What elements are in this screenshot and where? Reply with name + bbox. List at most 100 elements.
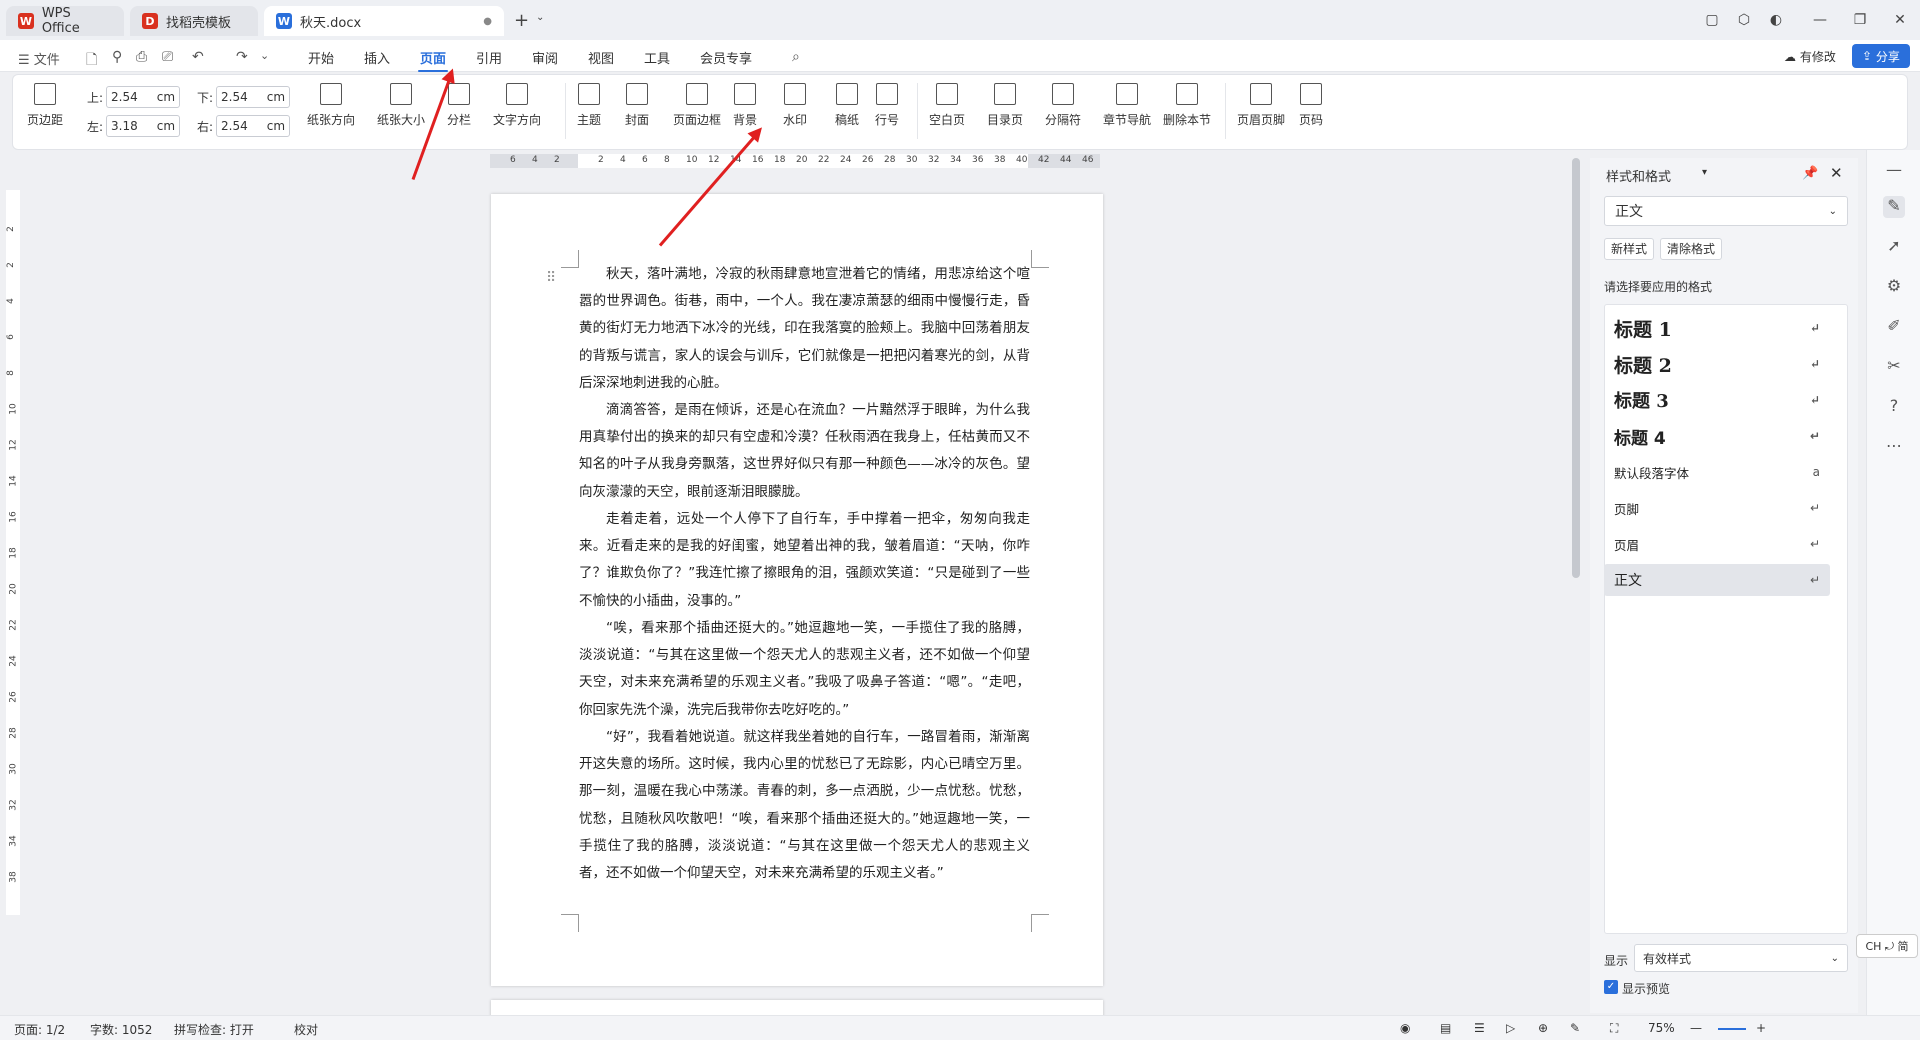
edited-status[interactable]: ☁ 有修改 [1784, 48, 1836, 65]
avatar-icon[interactable]: ◐ [1762, 8, 1790, 32]
style-header[interactable]: 页眉 ↵ [1604, 528, 1830, 560]
style-heading-2[interactable]: 标题 2 ↵ [1604, 348, 1830, 380]
breaks-button[interactable]: 分隔符 [1045, 83, 1081, 128]
ime-indicator[interactable]: CH ⤾ 简 [1856, 934, 1918, 958]
line-number-button[interactable]: 行号 [875, 83, 899, 128]
paragraph[interactable]: “唉，看来那个插曲还挺大的。”她逗趣地一笑，一手揽住了我的胳膊，淡淡说道：“与其… [579, 615, 1030, 724]
theme-button[interactable]: 主题 [577, 83, 601, 128]
print-preview-icon[interactable]: ⎚ [162, 49, 173, 65]
edit-icon[interactable]: ✐ [1883, 316, 1905, 338]
margin-button[interactable]: 页边距 [27, 83, 63, 128]
new-style-button[interactable]: 新样式 [1604, 238, 1655, 260]
pin-icon[interactable]: 📌 [1802, 166, 1818, 181]
save-icon[interactable]: 🗋 [86, 49, 97, 73]
search-icon[interactable]: ⌕ [792, 49, 800, 65]
style-normal[interactable]: 正文 ↵ [1604, 564, 1830, 596]
more-chevron-icon[interactable]: ⌄ [260, 49, 269, 62]
page-border-button[interactable]: 页面边框 [673, 83, 721, 128]
drag-handle-icon[interactable]: ⠿ [546, 270, 556, 286]
menu-reference[interactable]: 引用 [476, 48, 502, 67]
proofread[interactable]: 校对 [294, 1021, 318, 1038]
adjust-icon[interactable]: ⚙ [1883, 276, 1905, 298]
print-icon[interactable]: ⎙ [136, 49, 147, 65]
cursor-icon[interactable]: ➚ [1883, 236, 1905, 258]
restore-icon[interactable]: ❐ [1846, 8, 1874, 32]
margin-left-field[interactable]: 左: 3.18 cm [87, 115, 181, 137]
share-button[interactable]: ⇪ 分享 [1852, 44, 1910, 68]
style-footer[interactable]: 页脚 ↵ [1604, 492, 1830, 524]
section-nav-button[interactable]: 章节导航 [1103, 83, 1151, 128]
word-count[interactable]: 字数: 1052 [90, 1021, 152, 1038]
close-window-icon[interactable]: ✕ [1886, 8, 1914, 32]
clear-format-button[interactable]: 清除格式 [1660, 238, 1723, 260]
zoom-slider[interactable] [1718, 1028, 1746, 1030]
paragraph[interactable]: 走着走着，远处一个人停下了自行车，手中撑着一把伞，匆匆向我走来。近看走来的是我的… [579, 506, 1030, 615]
menu-start[interactable]: 开始 [308, 48, 334, 67]
page-count[interactable]: 页面: 1/2 [14, 1021, 65, 1038]
eye-icon[interactable]: ◉ [1400, 1021, 1410, 1035]
margin-top-field[interactable]: 上: 2.54 cm [87, 86, 181, 108]
blank-page-button[interactable]: 空白页 [929, 83, 965, 128]
menu-insert[interactable]: 插入 [364, 48, 390, 67]
chevron-down-icon[interactable]: ⌄ [536, 12, 544, 23]
style-default-font[interactable]: 默认段落字体 a [1604, 456, 1830, 488]
delete-section-button[interactable]: 删除本节 [1163, 83, 1211, 128]
style-heading-3[interactable]: 标题 3 ↵ [1604, 384, 1830, 416]
menu-tools[interactable]: 工具 [644, 48, 670, 67]
page-view-icon[interactable]: ▤ [1440, 1021, 1451, 1035]
minus-icon[interactable]: — [1883, 160, 1905, 182]
window-layout-icon[interactable]: ▢ [1698, 8, 1726, 32]
zoom-in-icon[interactable]: + [1756, 1021, 1766, 1035]
play-icon[interactable]: ▷ [1506, 1021, 1515, 1035]
menu-view[interactable]: 视图 [588, 48, 614, 67]
style-heading-4[interactable]: 标题 4 ↵ [1604, 420, 1830, 452]
pen-icon[interactable]: ✎ [1883, 196, 1905, 218]
cover-button[interactable]: 封面 [625, 83, 649, 128]
undo-icon[interactable]: ↶ [192, 49, 204, 65]
zoom-value[interactable]: 75% [1648, 1021, 1675, 1035]
outline-view-icon[interactable]: ☰ [1474, 1021, 1485, 1035]
size-button[interactable]: 纸张大小 [377, 83, 425, 128]
close-tab-icon[interactable]: ● [483, 16, 492, 27]
tab-wps-office[interactable]: W WPS Office [6, 6, 124, 36]
paragraph[interactable]: 滴滴答答，是雨在倾诉，还是心在流血？一片黯然浮于眼眸，为什么我用真挚付出的换来的… [579, 397, 1030, 506]
watermark-button[interactable]: 水印 [783, 83, 807, 128]
redo-icon[interactable]: ↷ [236, 49, 248, 65]
spell-check[interactable]: 拼写检查: 打开 [174, 1021, 254, 1038]
more-icon[interactable]: ⋯ [1883, 436, 1905, 458]
orientation-button[interactable]: 纸张方向 [307, 83, 355, 128]
web-view-icon[interactable]: ⊕ [1538, 1021, 1548, 1035]
vertical-ruler[interactable]: 2 2 4 6 8 10 12 14 16 18 20 22 24 26 28 30 32 34 38 [6, 190, 20, 915]
tab-document[interactable]: W 秋天.docx ● [264, 6, 504, 36]
paragraph[interactable]: 秋天，落叶满地，冷寂的秋雨肆意地宣泄着它的情绪，用悲凉给这个喧嚣的世界调色。街巷… [579, 261, 1030, 397]
minimize-icon[interactable]: — [1806, 8, 1834, 32]
draft-button[interactable]: 稿纸 [835, 83, 859, 128]
zoom-out-icon[interactable]: — [1690, 1021, 1702, 1035]
tools-icon[interactable]: ✂ [1883, 356, 1905, 378]
menu-review[interactable]: 审阅 [532, 48, 558, 67]
style-heading-1[interactable]: 标题 1 ↵ [1604, 312, 1830, 344]
file-menu[interactable]: ☰ 文件 [18, 49, 60, 68]
toc-page-button[interactable]: 目录页 [987, 83, 1023, 128]
export-icon[interactable]: ⚲ [112, 49, 122, 65]
text-direction-button[interactable]: 文字方向 [493, 83, 541, 128]
new-tab-icon[interactable]: + [514, 10, 529, 31]
margin-bottom-field[interactable]: 下: 2.54 cm [197, 86, 291, 108]
tab-template[interactable]: D 找稻壳模板 [130, 6, 258, 36]
page-number-button[interactable]: 页码 [1299, 83, 1323, 128]
menu-member[interactable]: 会员专享 [700, 48, 752, 67]
fit-icon[interactable]: ⛶ [1610, 1021, 1618, 1036]
show-select[interactable]: 有效样式 ⌄ [1634, 944, 1848, 972]
background-button[interactable]: 背景 [733, 83, 757, 128]
margin-right-field[interactable]: 右: 2.54 cm [197, 115, 291, 137]
help-icon[interactable]: ? [1883, 396, 1905, 418]
header-footer-button[interactable]: 页眉页脚 [1237, 83, 1285, 128]
chevron-down-icon[interactable]: ▾ [1702, 167, 1707, 178]
cube-icon[interactable]: ⬡ [1730, 8, 1758, 32]
columns-button[interactable]: 分栏 [447, 83, 471, 128]
close-icon[interactable]: ✕ [1830, 164, 1843, 182]
current-style-select[interactable]: 正文 ⌄ [1604, 196, 1848, 226]
vertical-scrollbar[interactable] [1572, 158, 1580, 578]
paragraph[interactable]: “好”，我看着她说道。就这样我坐着她的自行车，一路冒着雨，渐渐离开这失意的场所。… [579, 724, 1030, 887]
preview-checkbox[interactable]: ✓ [1604, 980, 1618, 994]
